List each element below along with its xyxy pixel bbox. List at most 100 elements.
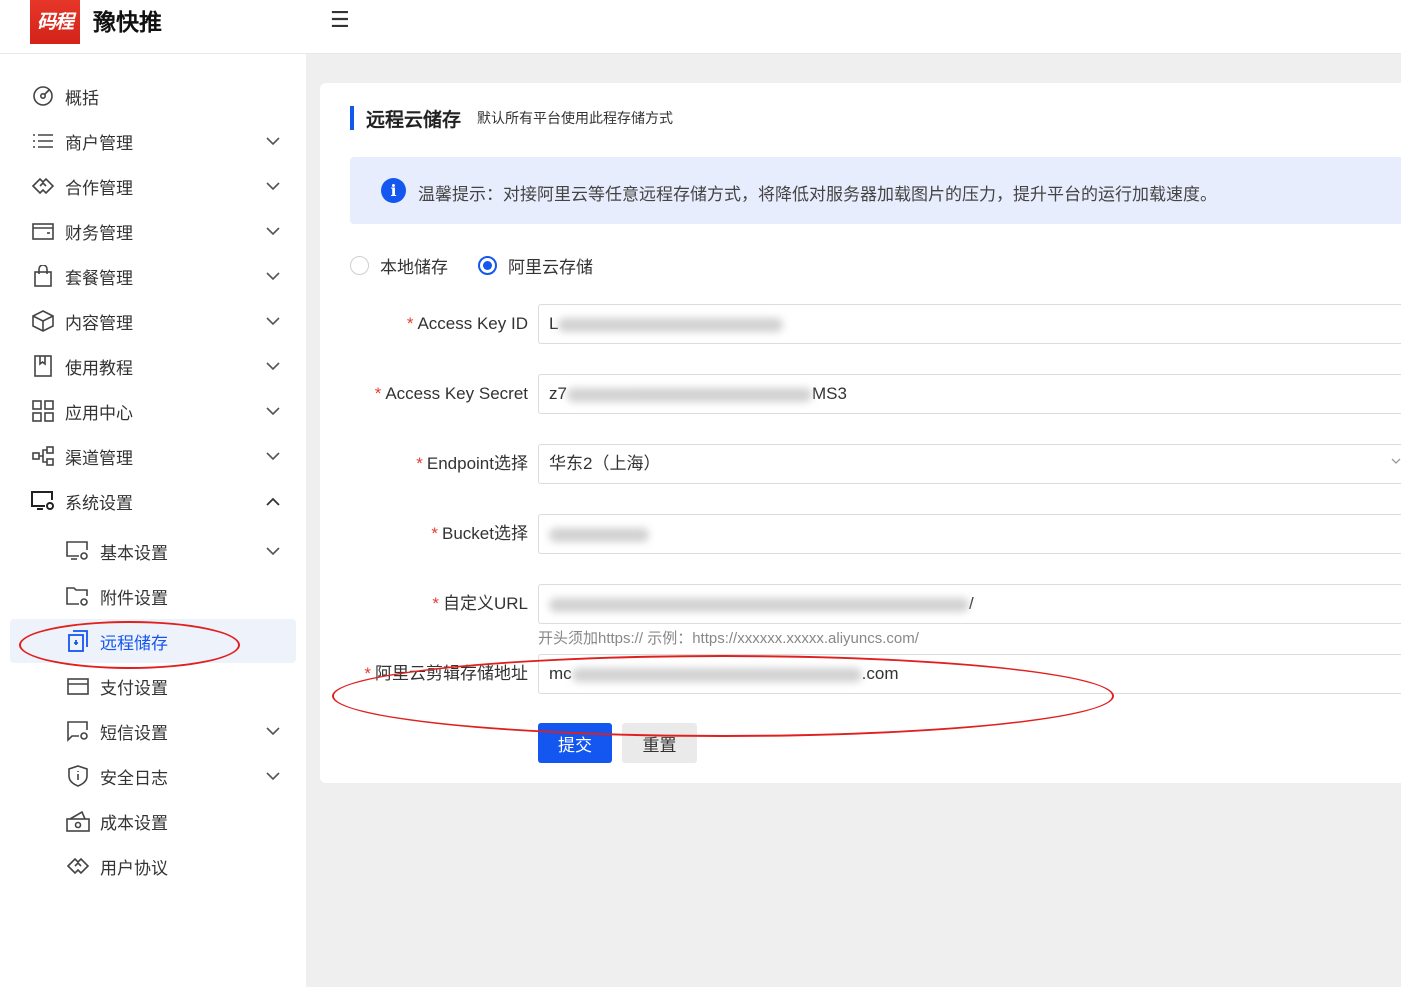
brand-name: 豫快推 [93,10,162,36]
list-icon [31,129,55,153]
sidebar-item-label: 商户管理 [65,133,133,154]
top-header: 码程 豫快推 ☰ [0,0,1401,54]
monitor-gear-icon [66,539,90,563]
settings-card: 远程云储存 默认所有平台使用此程存储方式 i 温馨提示：对接阿里云等任意远程存储… [320,83,1401,783]
custom-url-hint: 开头须加https:// 示例：https://xxxxxx.xxxxx.ali… [538,630,919,647]
sidebar-subitem-payment-settings[interactable]: 支付设置 [10,664,296,708]
chevron-down-icon [264,447,282,465]
sidebar-item-label: 合作管理 [65,178,133,199]
sidebar-item-cooperation[interactable]: 合作管理 [10,164,296,208]
form-row-custom-url: * 自定义URL / [320,584,1401,624]
sidebar-item-label: 财务管理 [65,223,133,244]
sidebar-item-label: 概括 [65,88,99,109]
radio-aliyun-storage[interactable]: 阿里云存储 [478,253,593,278]
chevron-up-icon [264,492,282,510]
crop-storage-address-input[interactable]: mc .com [538,654,1401,694]
chevron-down-icon [264,177,282,195]
sidebar-item-packages[interactable]: 套餐管理 [10,254,296,298]
sidebar-item-label: 系统设置 [65,493,133,514]
sidebar-item-label: 支付设置 [100,678,168,699]
chevron-down-icon [264,312,282,330]
sidebar-item-label: 远程储存 [100,633,168,654]
sidebar-subitem-remote-storage[interactable]: 远程储存 [10,619,296,663]
apps-icon [31,399,55,423]
sidebar-item-label: 应用中心 [65,403,133,424]
access-key-id-input[interactable]: L [538,304,1401,344]
sidebar-item-apps[interactable]: 应用中心 [10,389,296,433]
wallet-icon [31,219,55,243]
bag-icon [31,264,55,288]
sidebar-subitem-attachment-settings[interactable]: 附件设置 [10,574,296,618]
menu-toggle-icon[interactable]: ☰ [330,8,350,33]
cost-icon [66,809,90,833]
payment-icon [66,674,90,698]
sidebar-item-label: 基本设置 [100,543,168,564]
sms-icon [66,719,90,743]
dashboard-icon [31,84,55,108]
field-label: * 阿里云剪辑存储地址 [364,664,528,683]
sidebar-subitem-sms-settings[interactable]: 短信设置 [10,709,296,753]
page-title-bar: 远程云储存 默认所有平台使用此程存储方式 [350,105,673,131]
alert-text: 温馨提示：对接阿里云等任意远程存储方式，将降低对服务器加载图片的压力，提升平台的… [418,185,1217,205]
sidebar-item-label: 用户协议 [100,858,168,879]
channel-icon [31,444,55,468]
sidebar-item-label: 使用教程 [65,358,133,379]
chevron-down-icon [264,402,282,420]
chevron-down-icon [264,222,282,240]
field-label: * Access Key Secret [374,384,528,403]
agreement-icon [66,854,90,878]
radio-label: 本地储存 [380,258,448,278]
access-key-secret-input[interactable]: z7 MS3 [538,374,1401,414]
field-label: * Access Key ID [406,314,528,333]
form-row-bucket: * Bucket选择 [320,514,1401,554]
sidebar-subitem-security-log[interactable]: 安全日志 [10,754,296,798]
chevron-down-icon [264,542,282,560]
page-subtitle: 默认所有平台使用此程存储方式 [477,111,674,127]
title-accent-bar [350,106,354,130]
sidebar-item-overview[interactable]: 概括 [10,74,296,118]
remote-storage-icon [66,629,90,653]
radio-circle[interactable] [350,256,369,275]
sidebar-item-finance[interactable]: 财务管理 [10,209,296,253]
form-row-access-key-secret: * Access Key Secret z7 MS3 [320,374,1401,414]
sidebar-item-system-settings[interactable]: 系统设置 [10,479,296,523]
sidebar-item-merchants[interactable]: 商户管理 [10,119,296,163]
reset-button[interactable]: 重置 [622,723,697,763]
chevron-down-icon [264,267,282,285]
radio-circle-checked[interactable] [478,256,497,275]
logo: 码程 [30,0,80,44]
sidebar-item-label: 渠道管理 [65,448,133,469]
sidebar-item-label: 附件设置 [100,588,168,609]
chevron-down-icon [264,357,282,375]
sidebar-item-label: 成本设置 [100,813,168,834]
storage-type-radio-group: 本地储存 阿里云存储 [350,253,623,278]
shield-icon [66,764,90,788]
sidebar-subitem-basic-settings[interactable]: 基本设置 [10,529,296,573]
sidebar-item-label: 安全日志 [100,768,168,789]
form-row-access-key-id: * Access Key ID L [320,304,1401,344]
book-icon [31,354,55,378]
sidebar-subitem-user-agreement[interactable]: 用户协议 [10,844,296,888]
sidebar-item-label: 内容管理 [65,313,133,334]
endpoint-select[interactable]: 华东2（上海） [538,444,1401,484]
radio-label: 阿里云存储 [508,258,593,278]
sidebar-item-label: 套餐管理 [65,268,133,289]
bucket-select[interactable] [538,514,1401,554]
sidebar: 概括 商户管理 合作管理 财务管理 套餐管理 内容管理 使用教程 应用中心 渠道… [0,54,306,987]
chevron-down-icon [264,132,282,150]
sidebar-item-tutorial[interactable]: 使用教程 [10,344,296,388]
sidebar-item-channels[interactable]: 渠道管理 [10,434,296,478]
form-row-crop-storage: * 阿里云剪辑存储地址 mc .com [320,654,1401,694]
system-settings-icon [31,489,55,513]
handshake-icon [31,174,55,198]
custom-url-input[interactable]: / [538,584,1401,624]
submit-button[interactable]: 提交 [538,723,612,763]
cube-icon [31,309,55,333]
sidebar-item-label: 短信设置 [100,723,168,744]
field-label: * 自定义URL [432,594,528,613]
radio-local-storage[interactable]: 本地储存 [350,253,448,278]
sidebar-subitem-cost-settings[interactable]: 成本设置 [10,799,296,843]
info-icon: i [381,178,406,203]
sidebar-item-content[interactable]: 内容管理 [10,299,296,343]
folder-gear-icon [66,584,90,608]
